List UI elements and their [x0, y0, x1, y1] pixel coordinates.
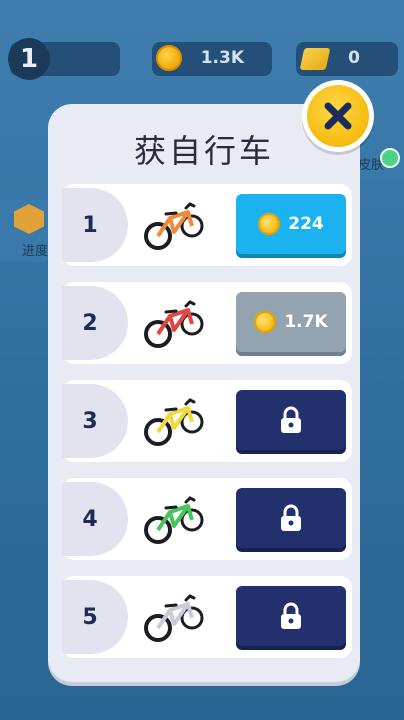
price-label: 224 — [288, 214, 324, 234]
close-button[interactable] — [302, 80, 374, 152]
bike-row: 5 — [62, 576, 352, 658]
progress-label: 进度 — [22, 244, 49, 259]
bike-number: 4 — [62, 482, 128, 556]
bike-row: 1 224 — [62, 184, 352, 266]
coin-value: 1.3K — [200, 48, 244, 68]
level-display: 1 — [8, 38, 120, 80]
coin-counter: 1.3K — [152, 42, 272, 76]
get-bike-modal: 获自行车 1 224 2 1.7K 3 4 5 — [48, 104, 360, 682]
buy-button[interactable]: 1.7K — [236, 292, 346, 352]
gem-value: 0 — [348, 48, 360, 68]
bike-row: 3 — [62, 380, 352, 462]
coin-icon — [258, 213, 281, 235]
progress-badge-icon — [14, 204, 44, 234]
progress-button[interactable]: 进度 — [0, 200, 50, 262]
buy-button[interactable]: 224 — [236, 194, 346, 254]
coin-icon — [254, 311, 277, 333]
lock-icon — [281, 504, 301, 531]
locked-button[interactable] — [236, 586, 346, 646]
bike-icon — [144, 594, 204, 642]
bike-row: 2 1.7K — [62, 282, 352, 364]
bike-icon — [144, 496, 204, 544]
locked-button[interactable] — [236, 488, 346, 548]
bike-number: 2 — [62, 286, 128, 360]
price-label: 1.7K — [284, 312, 328, 332]
bike-list: 1 224 2 1.7K 3 4 5 — [62, 184, 352, 674]
close-icon — [324, 102, 352, 130]
level-number: 1 — [8, 38, 50, 80]
ticket-icon — [299, 48, 331, 70]
bike-number: 3 — [62, 384, 128, 458]
coin-icon — [156, 45, 182, 71]
bike-icon — [144, 202, 204, 250]
gem-counter: 0 — [296, 42, 398, 76]
bike-number: 5 — [62, 580, 128, 654]
bike-icon — [144, 300, 204, 348]
close-button-face — [307, 85, 369, 147]
bike-number: 1 — [62, 188, 128, 262]
lock-icon — [281, 406, 301, 433]
lock-icon — [281, 602, 301, 629]
locked-button[interactable] — [236, 390, 346, 450]
notification-dot-icon — [380, 148, 400, 168]
bike-row: 4 — [62, 478, 352, 560]
bike-icon — [144, 398, 204, 446]
